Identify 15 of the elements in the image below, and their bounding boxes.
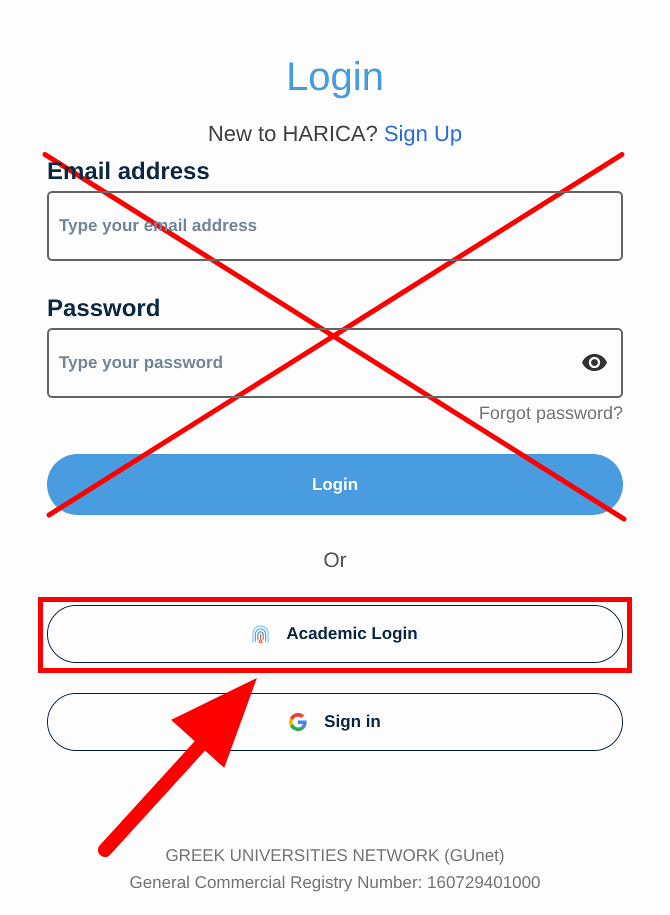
google-logo-icon — [289, 713, 308, 731]
password-field[interactable]: Type your password — [47, 328, 623, 398]
footer-text: GREEK UNIVERSITIES NETWORK (GUnet) — [165, 845, 505, 867]
academic-login-button[interactable]: Academic Login — [47, 605, 623, 663]
show-password-eye-icon[interactable] — [582, 354, 607, 371]
fingerprint-icon — [252, 624, 270, 644]
forgot-password-link[interactable]: Forgot password? — [478, 402, 623, 424]
field-label: Password — [47, 294, 160, 324]
footer-text: General Commercial Registry Number: 160729401000 — [129, 872, 541, 894]
separator-text: Or — [323, 548, 347, 574]
sign-up-link[interactable]: Sign Up — [384, 120, 462, 148]
signup-prompt-text: New to HARICA? — [208, 120, 378, 148]
page-title: Login — [286, 54, 384, 101]
login-button[interactable]: Login — [47, 454, 623, 515]
google-sign-in-button[interactable]: Sign in — [47, 693, 623, 751]
